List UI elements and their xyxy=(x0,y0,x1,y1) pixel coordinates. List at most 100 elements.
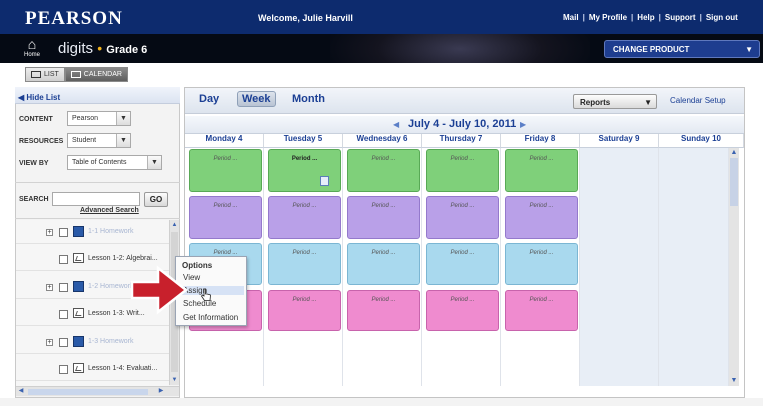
day-header-wednesday: Wednesday 6 xyxy=(343,134,422,148)
row-checkbox[interactable] xyxy=(59,228,68,237)
calendar-label: CALENDAR xyxy=(83,71,122,78)
content-filter-label: CONTENT xyxy=(19,116,53,123)
scroll-down-icon[interactable]: ▼ xyxy=(170,375,179,385)
row-checkbox[interactable] xyxy=(59,255,68,264)
row-checkbox[interactable] xyxy=(59,365,68,374)
search-input[interactable] xyxy=(52,192,140,206)
link-separator: | xyxy=(699,13,702,22)
grade-label: Grade 6 xyxy=(106,44,148,56)
period-block[interactable]: Period ... xyxy=(189,196,262,239)
tab-month[interactable]: Month xyxy=(292,93,325,105)
calendar-scrollbar[interactable]: ▲ ▼ xyxy=(729,148,739,386)
my-profile-link[interactable]: My Profile xyxy=(589,13,627,22)
mail-link[interactable]: Mail xyxy=(563,13,579,22)
pearson-logo[interactable]: PEARSON xyxy=(25,8,123,30)
day-header-monday: Monday 4 xyxy=(185,134,264,148)
period-block[interactable]: Period ... xyxy=(426,290,499,331)
home-button[interactable]: ⌂ Home xyxy=(18,36,46,62)
chevron-down-icon: ▼ xyxy=(745,45,753,54)
tab-week[interactable]: Week xyxy=(237,91,276,107)
advanced-search-link[interactable]: Advanced Search xyxy=(80,207,139,214)
expand-icon[interactable]: + xyxy=(46,229,53,236)
period-block[interactable]: Period ... xyxy=(426,149,499,192)
support-link[interactable]: Support xyxy=(665,13,696,22)
change-product-dropdown[interactable]: CHANGE PRODUCT ▼ xyxy=(604,40,760,58)
go-button[interactable]: GO xyxy=(144,192,168,207)
assignment-icon[interactable] xyxy=(320,176,329,186)
period-block[interactable]: Period ... xyxy=(268,243,341,285)
period-block[interactable]: Period ... xyxy=(347,196,420,239)
hide-list-label: Hide List xyxy=(26,93,61,102)
top-header: PEARSON Welcome, Julie Harvill Mail | My… xyxy=(0,0,763,34)
row-checkbox[interactable] xyxy=(59,338,68,347)
sign-out-link[interactable]: Sign out xyxy=(706,13,738,22)
previous-week-icon[interactable]: ◀ xyxy=(393,120,399,129)
tree-item-label: 1-3 Homework xyxy=(88,338,134,345)
period-block[interactable]: Period ... xyxy=(505,196,578,239)
link-separator: | xyxy=(631,13,634,22)
lesson-icon xyxy=(73,308,84,318)
pointer-arrow-icon xyxy=(130,265,189,315)
tree-horizontal-scrollbar[interactable]: ◀ ▶ xyxy=(16,386,179,396)
brand-dot-icon: • xyxy=(97,40,103,56)
view-by-select[interactable]: Table of Contents ▼ xyxy=(67,155,162,170)
hand-cursor-icon xyxy=(200,288,211,301)
period-block[interactable]: Period ... xyxy=(505,149,578,192)
tree-row[interactable]: Lesson 1-4: Evaluati... xyxy=(16,359,169,381)
period-block[interactable]: Period ... xyxy=(347,149,420,192)
row-checkbox[interactable] xyxy=(59,283,68,292)
homework-icon xyxy=(73,226,84,237)
resources-select[interactable]: Student ▼ xyxy=(67,133,131,148)
period-block[interactable]: Period ... xyxy=(268,290,341,331)
reports-dropdown[interactable]: Reports ▼ xyxy=(573,94,657,109)
scrollbar-thumb[interactable] xyxy=(730,158,738,206)
scroll-left-icon[interactable]: ◀ xyxy=(16,387,26,396)
change-product-label: CHANGE PRODUCT xyxy=(613,45,690,54)
expand-icon[interactable]: + xyxy=(46,284,53,291)
calendar-icon xyxy=(70,71,81,78)
period-block[interactable]: Period ... xyxy=(505,290,578,331)
divider xyxy=(15,182,180,183)
chevron-down-icon: ▼ xyxy=(116,134,130,147)
brand-name: digits xyxy=(58,40,94,57)
tree-row[interactable]: + 1-3 Homework xyxy=(16,332,169,354)
product-brand: digits • Grade 6 xyxy=(58,40,147,57)
view-by-select-value: Table of Contents xyxy=(72,159,127,166)
tree-item-label: Lesson 1-4: Evaluati... xyxy=(88,365,158,372)
period-block[interactable]: Period ... xyxy=(347,243,420,285)
scroll-up-icon[interactable]: ▲ xyxy=(170,220,179,230)
lesson-icon xyxy=(73,363,84,373)
period-block-selected[interactable]: Period ... xyxy=(268,149,341,192)
list-view-button[interactable]: LIST xyxy=(25,67,65,82)
calendar-setup-link[interactable]: Calendar Setup xyxy=(670,96,726,105)
help-link[interactable]: Help xyxy=(637,13,654,22)
period-block[interactable]: Period ... xyxy=(189,149,262,192)
next-week-icon[interactable]: ▶ xyxy=(520,120,526,129)
scroll-up-icon[interactable]: ▲ xyxy=(729,148,739,158)
expand-icon[interactable]: + xyxy=(46,339,53,346)
welcome-text: Welcome, Julie Harvill xyxy=(258,13,353,23)
list-label: LIST xyxy=(44,71,59,78)
tree-item-label: Lesson 1-2: Algebrai... xyxy=(88,255,158,262)
hide-list-link[interactable]: ◀ Hide List xyxy=(18,93,60,102)
chevron-down-icon: ▼ xyxy=(147,156,161,169)
reports-label: Reports xyxy=(580,98,611,107)
tree-item-label: 1-2 Homework xyxy=(88,283,134,290)
day-column-weekend xyxy=(580,148,659,386)
period-block[interactable]: Period ... xyxy=(426,243,499,285)
lesson-icon xyxy=(73,253,84,263)
period-block[interactable]: Period ... xyxy=(347,290,420,331)
period-block[interactable]: Period ... xyxy=(505,243,578,285)
tree-row[interactable]: + 1-1 Homework xyxy=(16,222,169,244)
period-block[interactable]: Period ... xyxy=(268,196,341,239)
scroll-right-icon[interactable]: ▶ xyxy=(156,387,166,396)
content-select[interactable]: Pearson ▼ xyxy=(67,111,131,126)
scrollbar-thumb[interactable] xyxy=(28,389,148,395)
home-icon: ⌂ xyxy=(27,36,37,52)
scroll-down-icon[interactable]: ▼ xyxy=(729,376,739,386)
period-block[interactable]: Period ... xyxy=(426,196,499,239)
tab-day[interactable]: Day xyxy=(199,93,219,105)
row-checkbox[interactable] xyxy=(59,310,68,319)
tree-item-label: 1-1 Homework xyxy=(88,228,134,235)
calendar-view-button[interactable]: CALENDAR xyxy=(64,67,128,82)
